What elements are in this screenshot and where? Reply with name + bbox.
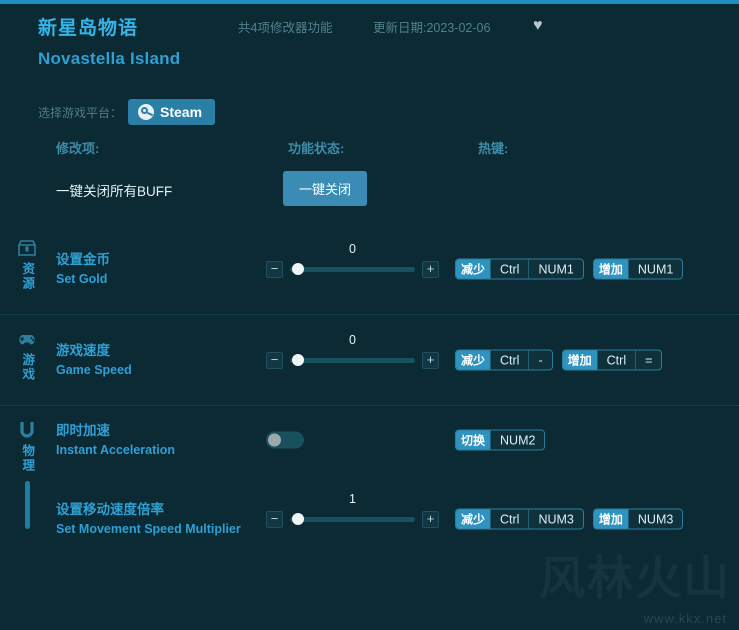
slider-value: 1: [349, 492, 356, 506]
hotkey-key: Ctrl: [490, 350, 528, 370]
column-headers: 修改项: 功能状态: 热键:: [0, 138, 739, 166]
favorite-heart-icon[interactable]: ♥: [533, 18, 543, 34]
update-date: 更新日期:2023-02-06: [373, 20, 491, 35]
value-slider-control: − 1 +: [266, 492, 439, 529]
slider-knob[interactable]: [292, 263, 304, 275]
cheat-name-cn: 游戏速度: [56, 343, 110, 359]
header: 新星岛物语 共4项修改器功能 更新日期:2023-02-06 ♥ Novaste…: [0, 0, 739, 92]
hotkey-key: NUM2: [490, 430, 544, 450]
hotkey-action-label: 增加: [562, 350, 597, 370]
cheat-row: 游戏速度 Game Speed −0 + 减少 Ctrl - 增加 Ctrl =: [0, 315, 739, 405]
steam-icon: [138, 104, 155, 120]
slider-value: 0: [349, 242, 356, 256]
value-slider-control: − 0 +: [266, 333, 439, 370]
close-all-row: 一键关闭所有BUFF 一键关闭: [0, 166, 739, 224]
cheat-name-en: Set Movement Speed Multiplier: [56, 521, 241, 536]
hotkey-key: Ctrl: [490, 509, 528, 529]
hotkey-binding[interactable]: 减少 Ctrl NUM3: [455, 508, 584, 530]
cheat-row: 设置移动速度倍率 Set Movement Speed Multiplier − 1 +…: [0, 474, 739, 564]
cheat-name-cn: 设置金币: [56, 252, 110, 268]
cheat-names: 设置金币 Set Gold: [56, 250, 110, 288]
cheat-names: 即时加速 Instant Acceleration: [56, 421, 175, 459]
decrement-button[interactable]: −: [266, 260, 283, 278]
platform-row: 选择游戏平台： Steam: [0, 92, 739, 132]
enable-toggle[interactable]: [266, 431, 304, 449]
cheat-name-en: Instant Acceleration: [56, 442, 176, 457]
column-header-item: 修改项:: [56, 141, 100, 156]
trainer-window: 风林火山 www.kkx.net 新星岛物语 共4项修改器功能 更新日期:202…: [0, 0, 739, 630]
hotkey-binding[interactable]: 增加 Ctrl =: [561, 349, 663, 371]
hotkey-group: 减少 Ctrl NUM3 增加 NUM3: [455, 508, 684, 530]
hotkey-key: NUM3: [528, 509, 582, 529]
column-header-status: 功能状态:: [288, 141, 345, 156]
hotkey-binding[interactable]: 切换 NUM2: [455, 429, 546, 451]
slider-track-holder[interactable]: 0: [290, 333, 415, 370]
hotkey-group: 减少 Ctrl - 增加 Ctrl =: [455, 349, 663, 371]
hotkey-group: 减少 Ctrl NUM1 增加 NUM1: [455, 258, 684, 280]
hotkey-key: NUM3: [627, 509, 682, 529]
cheat-section: 游戏 游戏速度 Game Speed −0 + 减少 Ctrl - 增加 Ctrl =: [0, 314, 739, 405]
slider-track-holder[interactable]: 1: [290, 492, 415, 529]
cheat-names: 游戏速度 Game Speed: [56, 341, 132, 379]
close-all-label: 一键关闭所有BUFF: [56, 184, 173, 199]
hotkey-binding[interactable]: 增加 NUM1: [592, 258, 684, 280]
page-title-en: Novastella Island: [38, 49, 181, 68]
platform-steam-button[interactable]: Steam: [128, 99, 216, 125]
feature-count: 共4项修改器功能: [238, 20, 333, 35]
increment-button[interactable]: +: [422, 351, 439, 369]
close-all-button[interactable]: 一键关闭: [283, 171, 368, 206]
hotkey-action-label: 减少: [456, 350, 491, 370]
cheat-name-en: Game Speed: [56, 362, 132, 377]
hotkey-group: 切换 NUM2: [455, 429, 546, 451]
column-header-hotkey: 热键:: [478, 141, 509, 156]
decrement-button[interactable]: −: [266, 351, 283, 369]
hotkey-key: NUM1: [627, 259, 682, 279]
cheat-name-cn: 即时加速: [56, 423, 110, 439]
platform-steam-label: Steam: [160, 104, 203, 120]
value-slider-control: − 0 +: [266, 242, 439, 279]
hotkey-key: Ctrl: [596, 350, 635, 370]
cheat-row: 设置金币 Set Gold −0 + 减少 Ctrl NUM1 增加 NUM1: [0, 224, 739, 314]
hotkey-action-label: 切换: [456, 430, 491, 450]
slider-track[interactable]: [290, 266, 415, 272]
hotkey-key: Ctrl: [490, 259, 528, 279]
cheat-sections: 资源 设置金币 Set Gold −0 + 减少 Ctrl NUM1 增加 NUM1 游戏 游戏速度 G…: [0, 224, 739, 564]
page-title-cn: 新星岛物语: [38, 17, 139, 39]
cheat-section: 物理 即时加速 Instant Acceleration 切换 NUM2 设置移动速度倍率…: [0, 405, 739, 564]
cheat-name-en: Set Gold: [56, 271, 108, 286]
cheat-name-cn: 设置移动速度倍率: [56, 502, 164, 518]
decrement-button[interactable]: −: [266, 510, 283, 528]
watermark-url: www.kkx.net: [643, 611, 727, 626]
hotkey-binding[interactable]: 减少 Ctrl NUM1: [455, 258, 584, 280]
platform-label: 选择游戏平台：: [38, 105, 123, 120]
hotkey-key: =: [635, 350, 661, 370]
slider-knob[interactable]: [292, 354, 304, 366]
slider-track[interactable]: [290, 516, 415, 522]
cheat-names: 设置移动速度倍率 Set Movement Speed Multiplier: [56, 500, 241, 538]
hotkey-key: -: [528, 350, 551, 370]
cheat-row: 即时加速 Instant Acceleration 切换 NUM2: [0, 406, 739, 474]
hotkey-binding[interactable]: 增加 NUM3: [592, 508, 684, 530]
title-row: 新星岛物语 共4项修改器功能 更新日期:2023-02-06 ♥: [38, 12, 739, 40]
hotkey-action-label: 减少: [456, 259, 491, 279]
hotkey-binding[interactable]: 减少 Ctrl -: [455, 349, 553, 371]
hotkey-action-label: 增加: [593, 259, 628, 279]
cheat-section: 资源 设置金币 Set Gold −0 + 减少 Ctrl NUM1 增加 NUM1: [0, 224, 739, 314]
slider-value: 0: [349, 333, 356, 347]
hotkey-action-label: 减少: [456, 509, 491, 529]
hotkey-key: NUM1: [528, 259, 582, 279]
hotkey-action-label: 增加: [593, 509, 628, 529]
toggle-knob: [268, 433, 281, 447]
slider-knob[interactable]: [292, 513, 304, 525]
increment-button[interactable]: +: [422, 260, 439, 278]
slider-track[interactable]: [290, 357, 415, 363]
increment-button[interactable]: +: [422, 510, 439, 528]
slider-track-holder[interactable]: 0: [290, 242, 415, 279]
